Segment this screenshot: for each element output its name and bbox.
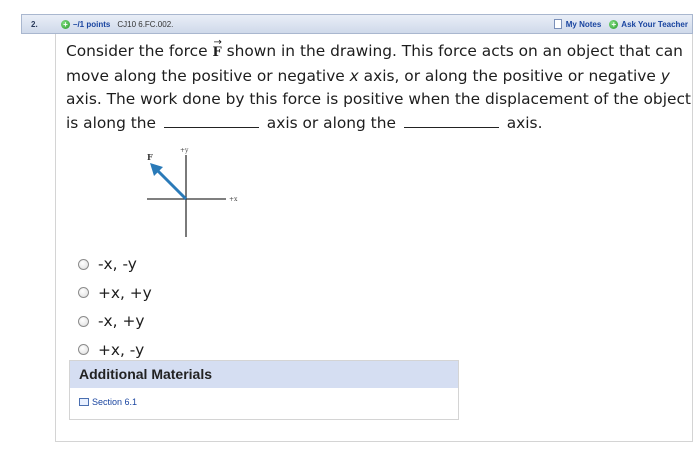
option-1[interactable]: -x, -y xyxy=(78,250,152,279)
question-text-part3: axis, or along the positive or negative xyxy=(358,66,661,85)
question-header: 2. + –/1 points CJ10 6.FC.002. My Notes … xyxy=(21,14,693,34)
plus-circle-icon[interactable]: + xyxy=(61,19,70,29)
question-code: CJ10 6.FC.002. xyxy=(117,19,174,29)
force-label: F xyxy=(147,152,153,162)
question-text-part1: Consider the force xyxy=(66,42,213,60)
my-notes-label: My Notes xyxy=(565,19,602,29)
option-label: -x, -y xyxy=(98,255,137,274)
question-text: Consider the force → F shown in the drawi… xyxy=(66,37,691,135)
book-icon xyxy=(79,398,89,406)
answer-blank-2 xyxy=(403,113,499,128)
option-label: -x, +y xyxy=(98,312,145,331)
option-label: +x, +y xyxy=(98,283,152,302)
option-3[interactable]: -x, +y xyxy=(78,307,152,336)
plus-x-label: +x xyxy=(229,196,238,203)
question-number: 2. xyxy=(31,19,38,29)
radio-button[interactable] xyxy=(78,287,89,299)
ask-teacher-button[interactable]: + Ask Your Teacher xyxy=(609,19,688,29)
radio-button[interactable] xyxy=(78,315,89,327)
plus-circle-icon: + xyxy=(609,19,619,29)
section-link[interactable]: Section 6.1 xyxy=(70,397,458,407)
points-label: –/1 points xyxy=(73,19,111,29)
radio-button[interactable] xyxy=(78,344,89,356)
force-arrow-shaft xyxy=(153,166,188,201)
answer-options: -x, -y +x, +y -x, +y +x, -y xyxy=(78,250,152,364)
force-vector-symbol: → F xyxy=(212,37,222,60)
ask-teacher-label: Ask Your Teacher xyxy=(621,19,688,29)
section-link-label: Section 6.1 xyxy=(92,397,138,407)
option-2[interactable]: +x, +y xyxy=(78,279,152,308)
my-notes-button[interactable]: My Notes xyxy=(553,19,602,29)
radio-button[interactable] xyxy=(78,258,89,270)
answer-blank-1 xyxy=(163,113,259,128)
question-text-part5: axis or along the xyxy=(261,113,401,132)
notes-icon xyxy=(553,19,562,29)
x-variable: x xyxy=(349,66,359,85)
force-diagram: F +y +x xyxy=(147,147,238,237)
y-variable: y xyxy=(660,66,670,85)
additional-materials-heading: Additional Materials xyxy=(70,361,458,388)
question-text-part6: axis. xyxy=(501,113,543,132)
additional-materials-panel: Additional Materials Section 6.1 xyxy=(69,360,459,420)
option-label: +x, -y xyxy=(98,340,145,359)
plus-y-label: +y xyxy=(180,147,189,154)
